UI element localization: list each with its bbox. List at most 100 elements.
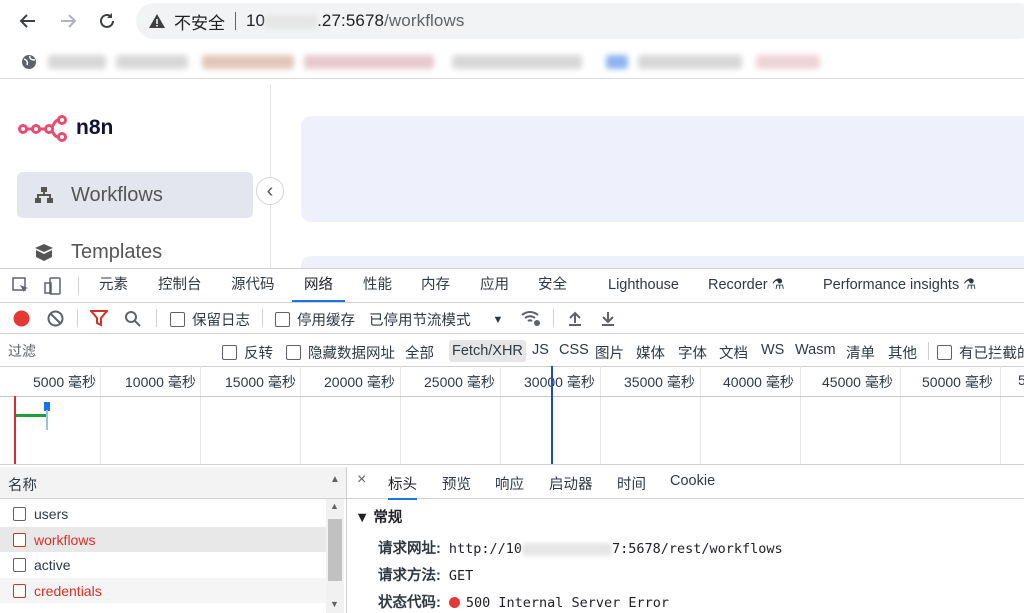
close-icon[interactable]: ×	[357, 471, 366, 489]
filter-type-js[interactable]: JS	[532, 342, 549, 358]
scroll-down-icon[interactable]: ▼	[330, 599, 339, 609]
tab-cookies[interactable]: Cookie	[670, 473, 715, 489]
clear-button[interactable]	[47, 310, 64, 327]
toolbar-separator	[262, 309, 263, 327]
tab-response[interactable]: 响应	[495, 473, 524, 494]
preserve-log-checkbox[interactable]: 保留日志	[170, 309, 250, 330]
tab-separator	[78, 277, 79, 295]
tab-elements[interactable]: 元素	[99, 269, 128, 302]
request-row-users[interactable]: users	[0, 501, 326, 526]
tab-timing[interactable]: 时间	[617, 473, 646, 494]
bookmark-redacted-1[interactable]	[48, 55, 106, 69]
record-button[interactable]	[13, 310, 30, 327]
request-list-header[interactable]: 名称 ▲	[0, 467, 346, 499]
tab-lighthouse[interactable]: Lighthouse	[608, 269, 679, 302]
filter-type-doc[interactable]: 文档	[719, 342, 748, 363]
timeline-gridline	[500, 366, 501, 464]
timeline-tick-label: 50000 毫秒	[922, 374, 993, 390]
network-toolbar: 保留日志 停用缓存 已停用节流模式 ▼	[0, 303, 1024, 334]
tab-network[interactable]: 网络	[292, 269, 345, 302]
globe-icon[interactable]	[20, 53, 38, 76]
bookmark-redacted-4[interactable]	[304, 55, 434, 69]
timeline-tick-label: 40000 毫秒	[723, 374, 794, 390]
filter-type-img[interactable]: 图片	[595, 342, 624, 363]
reload-icon	[100, 13, 114, 28]
timeline-tick-label: 5	[1018, 372, 1024, 388]
filter-type-manifest[interactable]: 清单	[846, 342, 875, 363]
request-row-workflows[interactable]: workflows	[0, 527, 326, 552]
download-icon	[602, 312, 614, 326]
toolbar-separator	[156, 309, 157, 327]
request-row-credentials[interactable]: credentials	[0, 578, 326, 603]
error-status-icon	[448, 597, 460, 608]
sidebar-item-label: Templates	[71, 240, 163, 263]
filter-type-font[interactable]: 字体	[678, 342, 707, 363]
device-toolbar-icon[interactable]	[44, 277, 64, 298]
import-har-button[interactable]	[567, 310, 583, 327]
general-section-toggle[interactable]: ▼ 常规	[355, 506, 402, 527]
timeline-gridline	[200, 366, 201, 464]
scrollbar-thumb[interactable]	[328, 519, 342, 581]
request-list-scrollbar[interactable]: ▲ ▼	[326, 499, 344, 613]
timeline-tick-label: 35000 毫秒	[624, 374, 695, 390]
filter-type-ws[interactable]: WS	[761, 342, 784, 358]
tab-console[interactable]: 控制台	[158, 269, 202, 302]
throttling-select[interactable]: 已停用节流模式 ▼	[369, 309, 503, 330]
disable-cache-checkbox[interactable]: 停用缓存	[275, 309, 355, 330]
tab-recorder[interactable]: Recorder ⚗	[708, 269, 785, 302]
sidebar-item-templates[interactable]: Templates	[17, 229, 253, 268]
collapse-sidebar-button[interactable]: ‹	[256, 177, 284, 205]
preserve-log-label: 保留日志	[192, 313, 250, 329]
tab-application[interactable]: 应用	[480, 269, 509, 302]
tab-memory[interactable]: 内存	[421, 269, 450, 302]
bookmark-redacted-3[interactable]	[202, 55, 294, 69]
network-conditions-button[interactable]	[520, 309, 542, 327]
tab-initiator[interactable]: 启动器	[549, 473, 593, 494]
chevron-left-icon: ‹	[266, 180, 274, 202]
network-overview-timeline[interactable]: 5000 毫秒 10000 毫秒 15000 毫秒 20000 毫秒 25000…	[0, 366, 1024, 465]
blocked-requests-checkbox[interactable]: 有已拦截的	[937, 342, 1024, 363]
invert-checkbox[interactable]: 反转	[222, 342, 273, 363]
hide-data-urls-checkbox[interactable]: 隐藏数据网址	[286, 342, 395, 363]
box-icon	[33, 243, 55, 261]
sidebar-item-workflows[interactable]: Workflows	[17, 172, 253, 218]
tab-performance[interactable]: 性能	[363, 269, 392, 302]
tab-headers[interactable]: 标头	[388, 473, 417, 500]
tab-security[interactable]: 安全	[538, 269, 567, 302]
scroll-up-icon[interactable]: ▲	[330, 501, 339, 511]
tab-preview[interactable]: 预览	[442, 473, 471, 494]
search-icon	[125, 311, 141, 327]
filter-input[interactable]: 过滤	[8, 341, 36, 361]
filter-type-other[interactable]: 其他	[888, 342, 917, 363]
request-name: users	[34, 505, 69, 522]
request-row-active[interactable]: active	[0, 552, 326, 577]
filter-type-fetch-xhr[interactable]: Fetch/XHR	[449, 340, 526, 362]
forward-button[interactable]	[56, 9, 80, 33]
filter-type-wasm[interactable]: Wasm	[795, 342, 836, 358]
timeline-tick-label: 5000 毫秒	[33, 374, 97, 390]
filter-type-css[interactable]: CSS	[559, 342, 589, 358]
sidebar-item-label: Workflows	[71, 183, 163, 206]
bookmark-redacted-5[interactable]	[452, 55, 582, 69]
load-event-marker	[14, 396, 16, 464]
back-button[interactable]	[16, 9, 40, 33]
bookmark-redacted-8[interactable]	[756, 55, 820, 69]
tab-performance-insights[interactable]: Performance insights ⚗	[823, 269, 976, 302]
filter-toggle-button[interactable]	[90, 310, 108, 327]
bookmark-redacted-2[interactable]	[116, 55, 188, 69]
bookmark-redacted-7[interactable]	[638, 55, 742, 69]
filter-type-media[interactable]: 媒体	[636, 342, 665, 363]
export-har-button[interactable]	[600, 310, 616, 327]
file-icon	[13, 532, 26, 547]
inspect-element-icon[interactable]	[12, 277, 30, 298]
n8n-logo[interactable]: n8n	[18, 114, 113, 142]
search-button[interactable]	[124, 310, 141, 327]
timeline-tick-label: 10000 毫秒	[125, 374, 196, 390]
record-icon	[13, 310, 30, 327]
filter-type-all[interactable]: 全部	[405, 342, 434, 363]
bookmark-redacted-6[interactable]	[606, 55, 628, 69]
address-bar[interactable]: 不安全 10 .27:5678/workflows	[136, 3, 1024, 39]
status-code-key: 状态代码:	[378, 595, 441, 611]
tab-sources[interactable]: 源代码	[231, 269, 275, 302]
reload-button[interactable]	[95, 9, 119, 33]
